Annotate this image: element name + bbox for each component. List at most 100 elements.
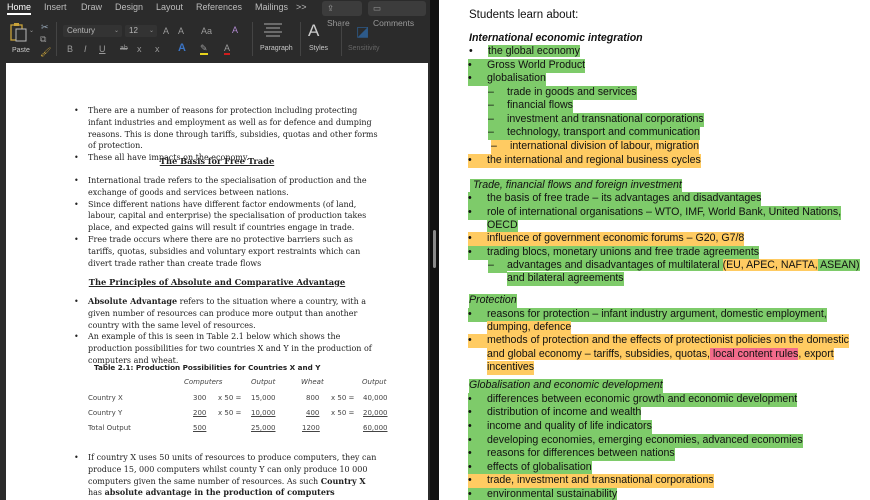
split-view-handle[interactable] <box>433 230 436 268</box>
styles-icon: A <box>308 21 320 40</box>
tab-references[interactable]: References <box>196 2 242 12</box>
sensitivity-button[interactable]: ◪ Sensitivity <box>345 21 387 57</box>
underline-icon[interactable]: U <box>99 44 106 54</box>
share-button[interactable]: ⇪ Share <box>322 1 362 28</box>
syllabus-document: Students learn about: International econ… <box>439 0 870 500</box>
section-title: International economic integration <box>469 32 643 44</box>
cut-icon[interactable]: ✂ <box>41 22 49 32</box>
divider <box>56 22 57 56</box>
font-size-select[interactable]: 12 ⌄ <box>125 25 157 37</box>
list-item-continuation: incentives <box>487 361 535 375</box>
highlight-icon[interactable]: ✎ <box>200 43 208 55</box>
list-item: • influence of government economic forums… <box>468 232 745 246</box>
comment-icon: ▭ <box>373 3 382 13</box>
more-tabs-button[interactable]: >> <box>296 2 307 12</box>
superscript-icon[interactable]: x <box>155 44 160 54</box>
list-item: • the international and regional business… <box>468 154 701 168</box>
list-item: – international division of labour, migra… <box>491 140 700 154</box>
sensitivity-icon: ◪ <box>356 23 370 39</box>
table-header: Output <box>362 378 387 386</box>
bullet-list: International trade refers to the specia… <box>6 175 428 269</box>
copy-icon[interactable]: ⧉ <box>40 34 46 44</box>
bullet-list: Absolute Advantage refers to the situati… <box>6 296 428 367</box>
subscript-icon[interactable]: x <box>137 44 142 54</box>
list-item: – financial flows <box>488 99 573 113</box>
list-item: • methods of protection and the effects o… <box>468 334 849 348</box>
paste-label: Paste <box>12 47 30 54</box>
strikethrough-icon[interactable]: ab <box>120 44 128 54</box>
list-item: – advantages and disadvantages of multila… <box>488 259 860 273</box>
list-item: – trade in goods and services <box>488 86 637 100</box>
list-item: • globalisation <box>468 72 546 86</box>
list-item: • distribution of income and wealth <box>468 406 642 420</box>
tab-home[interactable]: Home <box>7 2 32 15</box>
font-name-select[interactable]: Century ⌄ <box>63 25 122 37</box>
text-effects-icon[interactable]: A <box>178 43 186 54</box>
table-header: Output <box>251 378 276 386</box>
list-item: • trading blocs, monetary unions and free… <box>468 246 760 260</box>
bold-icon[interactable]: B <box>67 44 73 54</box>
list-item: • differences between economic growth and… <box>468 393 798 407</box>
tab-draw[interactable]: Draw <box>81 2 102 12</box>
table-header: Wheat <box>301 378 324 386</box>
table-header: Computers <box>184 378 223 386</box>
document-page[interactable]: There are a number of reasons for protec… <box>6 63 428 500</box>
tab-layout[interactable]: Layout <box>156 2 183 12</box>
comments-button[interactable]: ▭ Comments <box>368 1 426 28</box>
section-title: Globalisation and economic development <box>469 379 663 393</box>
list-item-continuation: and bilateral agreements <box>507 272 624 286</box>
list-item: If country X uses 50 units of resources … <box>6 452 428 499</box>
format-painter-icon[interactable]: 🖌 <box>40 47 51 57</box>
divider <box>252 22 253 56</box>
styles-button[interactable]: A Styles <box>305 21 335 57</box>
divider <box>300 22 301 56</box>
list-item-continuation: dumping, defence <box>487 321 572 335</box>
align-icon <box>264 23 282 37</box>
chevron-down-icon: ⌄ <box>113 28 119 34</box>
paste-chevron-icon[interactable]: ⌄ <box>29 26 34 36</box>
list-item: There are a number of reasons for protec… <box>6 105 428 152</box>
list-item: • reasons for differences between nations <box>468 447 675 461</box>
change-case-icon[interactable]: Aa <box>201 26 212 36</box>
list-item: • the basis of free trade – its advantage… <box>468 192 762 206</box>
grow-font-icon[interactable]: A <box>163 26 169 36</box>
list-item: – investment and transnational corporatio… <box>488 113 704 127</box>
list-item: • effects of globalisation <box>468 461 592 475</box>
list-item-continuation: OECD <box>487 219 518 233</box>
bullet-list: If country X uses 50 units of resources … <box>6 452 428 499</box>
list-item: • the global economy <box>469 45 580 57</box>
split-view-divider[interactable] <box>430 0 439 500</box>
sensitivity-label: Sensitivity <box>348 45 380 52</box>
list-item: Absolute Advantage refers to the situati… <box>6 296 428 331</box>
list-item: • reasons for protection – infant industr… <box>468 308 827 322</box>
list-item: • Gross World Product <box>468 59 586 73</box>
styles-label: Styles <box>309 45 329 52</box>
clipboard-icon <box>10 23 27 42</box>
tab-insert[interactable]: Insert <box>44 2 67 12</box>
list-item: Since different nations have different f… <box>6 199 428 234</box>
ribbon-home: ⌄ Paste ✂ ⧉ 🖌 Century ⌄ 12 ⌄ A A Aa A B I … <box>0 17 430 61</box>
section-title: Trade, financial flows and foreign inves… <box>470 179 682 193</box>
word-window: Home Insert Draw Design Layout Reference… <box>0 0 430 500</box>
italic-icon[interactable]: I <box>84 44 87 54</box>
list-item: • environmental sustainability <box>468 488 618 500</box>
chevron-down-icon: ⌄ <box>148 28 154 34</box>
font-color-icon[interactable]: A <box>224 43 231 55</box>
list-item: • role of international organisations – W… <box>468 206 842 220</box>
list-item: An example of this is seen in Table 2.1 … <box>6 331 428 366</box>
paste-button[interactable]: ⌄ Paste <box>8 20 34 56</box>
tab-mailings[interactable]: Mailings <box>255 2 288 12</box>
list-item: • trade, investment and transnational cor… <box>468 474 714 488</box>
clear-formatting-icon[interactable]: A <box>232 25 238 35</box>
list-item: • income and quality of life indicators <box>468 420 652 434</box>
list-item: Free trade occurs where there are no pro… <box>6 234 428 269</box>
paragraph-button[interactable]: Paragraph <box>258 21 298 57</box>
shrink-font-icon[interactable]: A <box>178 26 184 36</box>
ribbon-tabs: Home Insert Draw Design Layout Reference… <box>0 0 430 28</box>
section-title: Protection <box>469 294 517 308</box>
intro-text: Students learn about: <box>469 9 579 21</box>
highlight-local-content-rules: local content rules <box>710 348 799 360</box>
tab-design[interactable]: Design <box>115 2 143 12</box>
table-title: Table 2.1: Production Possibilities for … <box>94 363 321 372</box>
list-item-continuation: and global economy – tariffs, subsidies,… <box>487 348 834 360</box>
